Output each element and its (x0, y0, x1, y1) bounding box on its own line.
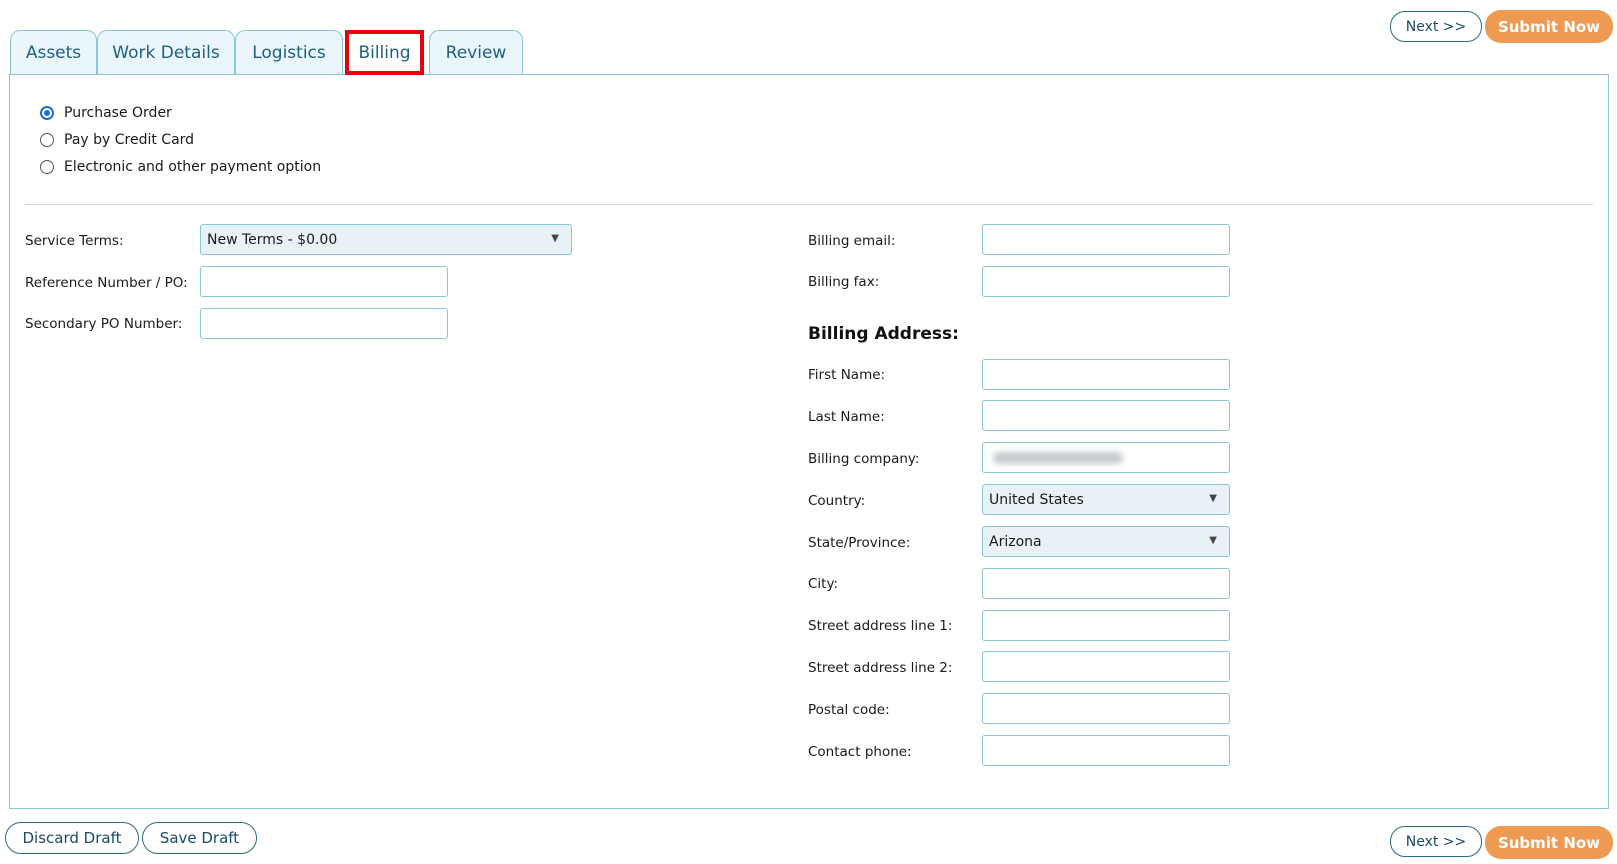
redacted-company-value (993, 452, 1123, 464)
next-button-bottom[interactable]: Next >> (1390, 826, 1482, 857)
billing-email-input[interactable] (982, 224, 1230, 255)
street2-input[interactable] (982, 651, 1230, 682)
service-terms-select[interactable]: New Terms - $0.00 ▼ (200, 224, 572, 255)
submit-now-button-top[interactable]: Submit Now (1485, 10, 1613, 43)
country-label: Country: (808, 493, 866, 509)
state-value: Arizona (989, 533, 1042, 550)
radio-selected-icon[interactable] (40, 106, 54, 120)
first-name-input[interactable] (982, 359, 1230, 390)
street2-label: Street address line 2: (808, 660, 953, 676)
billing-email-label: Billing email: (808, 233, 896, 249)
tab-work-details[interactable]: Work Details (97, 30, 235, 74)
last-name-label: Last Name: (808, 409, 885, 425)
payment-option-label: Pay by Credit Card (64, 132, 195, 148)
submit-now-button-bottom[interactable]: Submit Now (1485, 826, 1613, 859)
payment-option-credit-card[interactable]: Pay by Credit Card (40, 132, 194, 148)
chevron-down-icon: ▼ (1209, 535, 1217, 546)
save-draft-button[interactable]: Save Draft (142, 822, 257, 854)
last-name-input[interactable] (982, 400, 1230, 431)
billing-company-label: Billing company: (808, 451, 920, 467)
billing-fax-label: Billing fax: (808, 274, 880, 290)
secondary-po-label: Secondary PO Number: (25, 316, 183, 332)
state-select[interactable]: Arizona ▼ (982, 526, 1230, 557)
payment-option-electronic[interactable]: Electronic and other payment option (40, 159, 321, 175)
service-terms-label: Service Terms: (25, 233, 124, 249)
street1-label: Street address line 1: (808, 618, 953, 634)
billing-company-input[interactable] (982, 442, 1230, 473)
chevron-down-icon: ▼ (1209, 493, 1217, 504)
tab-review[interactable]: Review (429, 30, 523, 74)
reference-number-input[interactable] (200, 266, 448, 297)
postal-code-label: Postal code: (808, 702, 890, 718)
service-terms-value: New Terms - $0.00 (207, 231, 338, 248)
tab-logistics[interactable]: Logistics (235, 30, 343, 74)
divider (25, 204, 1593, 205)
contact-phone-label: Contact phone: (808, 744, 912, 760)
city-label: City: (808, 576, 839, 592)
discard-draft-button[interactable]: Discard Draft (5, 822, 139, 854)
payment-option-label: Electronic and other payment option (64, 159, 322, 175)
country-value: United States (989, 491, 1084, 508)
payment-option-purchase-order[interactable]: Purchase Order (40, 105, 172, 121)
secondary-po-input[interactable] (200, 308, 448, 339)
tab-assets[interactable]: Assets (10, 30, 97, 74)
tab-billing[interactable]: Billing (345, 30, 424, 75)
first-name-label: First Name: (808, 367, 886, 383)
next-button-top[interactable]: Next >> (1390, 11, 1482, 42)
chevron-down-icon: ▼ (551, 233, 559, 244)
billing-fax-input[interactable] (982, 266, 1230, 297)
payment-option-label: Purchase Order (64, 105, 172, 121)
contact-phone-input[interactable] (982, 735, 1230, 766)
city-input[interactable] (982, 568, 1230, 599)
reference-number-label: Reference Number / PO: (25, 275, 188, 291)
radio-icon[interactable] (40, 133, 54, 147)
radio-icon[interactable] (40, 160, 54, 174)
billing-address-title: Billing Address: (808, 324, 959, 344)
postal-code-input[interactable] (982, 693, 1230, 724)
street1-input[interactable] (982, 610, 1230, 641)
state-label: State/Province: (808, 535, 911, 551)
billing-panel: Purchase Order Pay by Credit Card Electr… (9, 74, 1609, 809)
country-select[interactable]: United States ▼ (982, 484, 1230, 515)
